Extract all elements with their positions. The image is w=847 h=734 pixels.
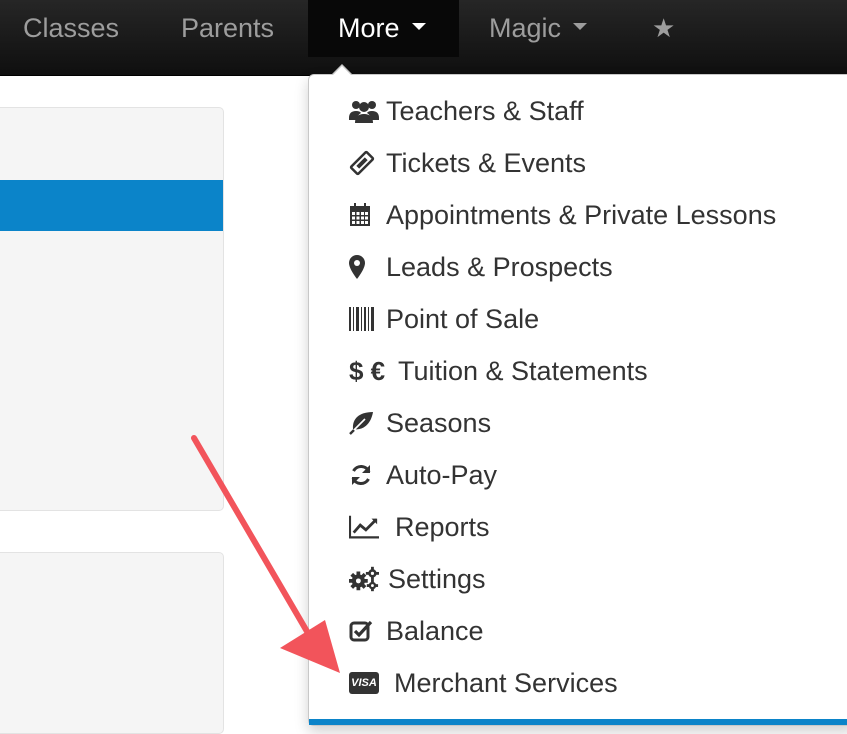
menu-item-tuition-statements[interactable]: $ € Tuition & Statements (309, 345, 847, 397)
nav-parents-label: Parents (181, 13, 275, 43)
menu-item-teachers-staff[interactable]: Teachers & Staff (309, 85, 847, 137)
nav-magic-dropdown-toggle[interactable]: Magic (489, 0, 588, 57)
menu-item-label: Tickets & Events (386, 148, 587, 178)
star-icon: ★ (652, 13, 676, 43)
menu-item-label: Merchant Services (394, 668, 618, 698)
visa-card-icon: VISA (349, 657, 379, 709)
menu-item-label: Settings (388, 564, 486, 594)
map-marker-icon (349, 241, 379, 293)
nav-more-dropdown-toggle[interactable]: More (308, 0, 459, 57)
line-chart-icon (349, 501, 379, 553)
dollar-euro-icon: $ € (349, 356, 386, 386)
check-square-icon (349, 605, 379, 657)
more-dropdown-menu: Teachers & Staff Tickets & Events Appoin… (308, 74, 847, 726)
selected-row-highlight (0, 180, 223, 231)
ticket-icon (349, 137, 379, 189)
menu-item-settings[interactable]: Settings (309, 553, 847, 605)
content-panel (0, 107, 224, 511)
menu-item-seasons[interactable]: Seasons (309, 397, 847, 449)
menu-item-reports[interactable]: Reports (309, 501, 847, 553)
refresh-icon (349, 449, 379, 501)
menu-item-balance[interactable]: Balance (309, 605, 847, 657)
menu-item-label: Auto-Pay (386, 460, 498, 490)
menu-item-tickets-events[interactable]: Tickets & Events (309, 137, 847, 189)
nav-classes-label: Classes (23, 13, 120, 43)
nav-more-label: More (338, 13, 400, 43)
menu-item-point-of-sale[interactable]: Point of Sale (309, 293, 847, 345)
calendar-icon (349, 189, 379, 241)
top-navbar: Classes Parents More Magic ★ (0, 0, 847, 76)
nav-parents[interactable]: Parents (181, 0, 274, 57)
menu-item-label: Balance (386, 616, 484, 646)
caret-down-icon (411, 23, 426, 31)
menu-item-label: Tuition & Statements (398, 356, 648, 386)
next-item-highlight (309, 719, 847, 725)
menu-item-merchant-services[interactable]: VISA Merchant Services (309, 657, 847, 709)
nav-magic-label: Magic (489, 13, 562, 43)
users-icon (349, 85, 379, 137)
menu-item-auto-pay[interactable]: Auto-Pay (309, 449, 847, 501)
content-panel-secondary (0, 552, 224, 734)
dropdown-list: Teachers & Staff Tickets & Events Appoin… (309, 85, 847, 709)
caret-down-icon (573, 23, 588, 31)
nav-classes[interactable]: Classes (23, 0, 119, 57)
menu-item-label: Point of Sale (386, 304, 540, 334)
leaf-icon (349, 397, 379, 449)
dropdown-pointer (332, 66, 352, 76)
menu-item-label: Appointments & Private Lessons (386, 200, 777, 230)
barcode-icon (349, 293, 379, 345)
menu-item-appointments[interactable]: Appointments & Private Lessons (309, 189, 847, 241)
menu-item-label: Seasons (386, 408, 492, 438)
menu-item-leads-prospects[interactable]: Leads & Prospects (309, 241, 847, 293)
nav-favorites[interactable]: ★ (652, 0, 675, 57)
menu-item-label: Teachers & Staff (386, 96, 584, 126)
gears-icon (349, 553, 379, 605)
menu-item-label: Leads & Prospects (386, 252, 613, 282)
menu-item-label: Reports (395, 512, 490, 542)
